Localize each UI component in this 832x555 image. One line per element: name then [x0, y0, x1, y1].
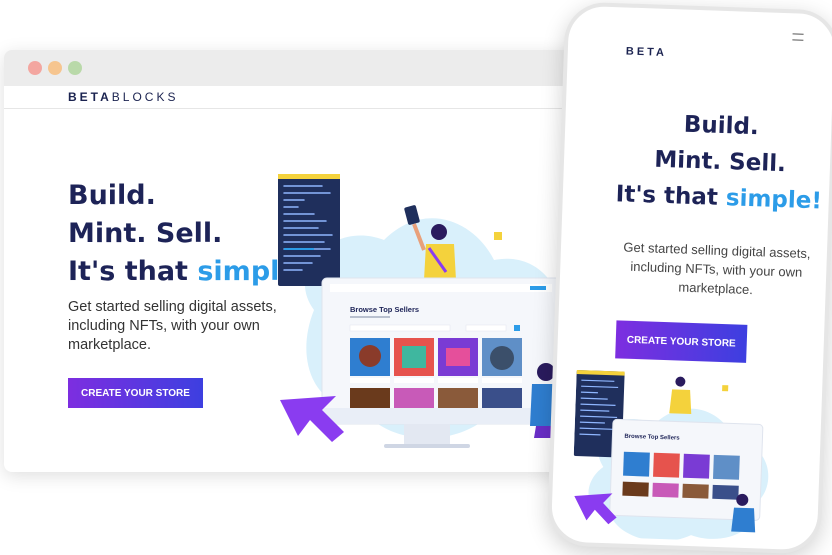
phone-hero-title-accent: simple!	[725, 185, 823, 215]
phone-hero-title-line-3: It's that simple!	[598, 181, 832, 215]
decor-yellow-square	[494, 232, 502, 240]
phone-menu-icon[interactable]	[792, 33, 804, 41]
browser-chrome	[4, 50, 616, 86]
hero-title-line-1: Build.	[68, 180, 156, 211]
phone-hero-title-prefix: It's that	[615, 181, 727, 212]
window-close-dot[interactable]	[28, 61, 42, 75]
desktop-browser-mockup: BETABLOCKS Build. Mint. Sell. It's that …	[4, 50, 616, 472]
phone-screen: BETA Build. Mint. Sell. It's that simple…	[546, 1, 832, 555]
hero-illustration: Browse Top Sellers	[278, 174, 582, 460]
mockup-screen-title: Browse Top Sellers	[350, 305, 419, 314]
mobile-phone-mockup: BETA Build. Mint. Sell. It's that simple…	[546, 1, 832, 555]
create-store-button[interactable]: CREATE YOUR STORE	[68, 378, 203, 408]
phone-create-store-button[interactable]: CREATE YOUR STORE	[615, 320, 748, 363]
phone-illustration: Browse Top Sellers	[573, 369, 769, 542]
phone-hero-title-line-2: Mint. Sell.	[653, 146, 787, 178]
logo-light-text: BLOCKS	[111, 90, 179, 104]
hero-title-line-2: Mint. Sell.	[68, 218, 223, 249]
phone-hero-subtitle: Get started selling digital assets, incl…	[623, 239, 811, 298]
hero-title-prefix: It's that	[68, 256, 198, 287]
window-minimize-dot[interactable]	[48, 61, 62, 75]
monitor-illustration: Browse Top Sellers	[321, 277, 561, 448]
phone-hero-title-line-1: Build.	[683, 111, 760, 141]
hero-subtitle: Get started selling digital assets, incl…	[68, 299, 277, 353]
window-maximize-dot[interactable]	[68, 61, 82, 75]
phone-site-logo[interactable]: BETA	[626, 46, 668, 59]
site-navbar: BETABLOCKS	[4, 86, 616, 109]
site-logo[interactable]: BETABLOCKS	[68, 90, 178, 104]
code-editor-panel	[278, 174, 340, 286]
logo-bold-text: BETA	[68, 90, 112, 104]
